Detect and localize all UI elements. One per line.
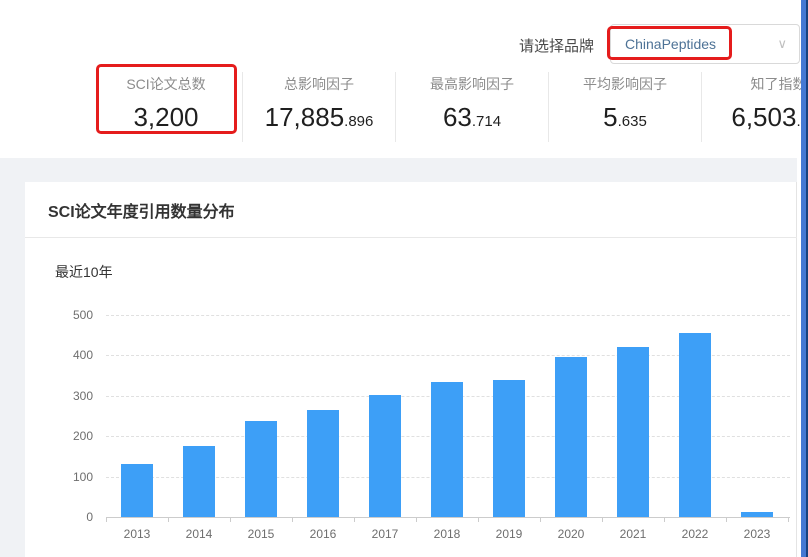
stat-value-int: 5 <box>603 102 617 132</box>
x-axis-category-label: 2014 <box>168 527 230 541</box>
stat-value-dec: .635 <box>618 113 647 130</box>
stat-label: 平均影响因子 <box>549 74 701 94</box>
stat-label: 最高影响因子 <box>396 74 548 94</box>
y-axis-tick-label: 400 <box>49 348 93 362</box>
x-axis-category-label: 2021 <box>602 527 664 541</box>
x-axis-line <box>106 517 790 518</box>
x-axis-category-label: 2022 <box>664 527 726 541</box>
stat-sci-paper-total: SCI论文总数 3,200 <box>90 72 243 142</box>
brand-select-row: 请选择品牌 ChinaPeptides ∨ <box>0 0 808 70</box>
x-axis-tick <box>292 517 293 522</box>
x-axis-tick <box>726 517 727 522</box>
x-axis-tick <box>106 517 107 522</box>
chevron-down-icon[interactable]: ∨ <box>777 36 787 52</box>
y-axis-tick-label: 200 <box>49 429 93 443</box>
y-axis-tick-label: 100 <box>49 470 93 484</box>
stat-average-impact-factor: 平均影响因子 5.635 <box>549 72 702 142</box>
stat-value-int: 17,885 <box>265 102 345 132</box>
bar-2015[interactable] <box>245 421 277 517</box>
x-axis-category-label: 2017 <box>354 527 416 541</box>
x-axis-tick <box>354 517 355 522</box>
bar-2021[interactable] <box>617 347 649 517</box>
stat-value-int: 6,503 <box>731 102 796 132</box>
stat-value: 17,885.896 <box>243 100 395 139</box>
bar-2013[interactable] <box>121 464 153 517</box>
bar-chart: 0 100 200 300 400 500 201320142015201620172018… <box>25 182 797 557</box>
y-gridline <box>106 315 790 316</box>
x-axis-tick <box>478 517 479 522</box>
window-edge-scrollbar[interactable] <box>801 0 808 557</box>
stat-value-int: 3,200 <box>133 102 198 132</box>
stat-value-dec: .714 <box>472 113 501 130</box>
x-axis-tick <box>416 517 417 522</box>
y-axis-tick-label: 300 <box>49 389 93 403</box>
x-axis-tick <box>168 517 169 522</box>
y-axis-tick-label: 0 <box>49 510 93 524</box>
stat-zhiliao-index: 知了指数 6,503.441 <box>702 72 808 142</box>
stats-row: SCI论文总数 3,200 总影响因子 17,885.896 最高影响因子 63… <box>90 72 808 142</box>
stat-label: 知了指数 <box>702 74 808 94</box>
stat-value-dec: .896 <box>344 113 373 130</box>
y-axis-tick-label: 500 <box>49 308 93 322</box>
brand-select-label: 请选择品牌 <box>519 35 594 56</box>
bar-2022[interactable] <box>679 333 711 517</box>
header: 请选择品牌 ChinaPeptides ∨ SCI论文总数 3,200 总影响因… <box>0 0 808 158</box>
page: 请选择品牌 ChinaPeptides ∨ SCI论文总数 3,200 总影响因… <box>0 0 808 557</box>
x-axis-category-label: 2019 <box>478 527 540 541</box>
stat-value-int: 63 <box>443 102 472 132</box>
x-axis-tick <box>230 517 231 522</box>
x-axis-category-label: 2016 <box>292 527 354 541</box>
stat-value: 5.635 <box>549 100 701 139</box>
bar-2020[interactable] <box>555 357 587 517</box>
stat-value: 63.714 <box>396 100 548 139</box>
x-axis-category-label: 2013 <box>106 527 168 541</box>
brand-select-value[interactable]: ChinaPeptides <box>611 36 716 52</box>
bar-2014[interactable] <box>183 446 215 517</box>
bar-2016[interactable] <box>307 410 339 517</box>
x-axis-tick <box>540 517 541 522</box>
stat-highest-impact-factor: 最高影响因子 63.714 <box>396 72 549 142</box>
stat-label: 总影响因子 <box>243 74 395 94</box>
bar-2018[interactable] <box>431 382 463 517</box>
x-axis-category-label: 2023 <box>726 527 788 541</box>
x-axis-category-label: 2018 <box>416 527 478 541</box>
x-axis-tick <box>788 517 789 522</box>
stat-value: 6,503.441 <box>702 100 808 139</box>
x-axis-tick <box>602 517 603 522</box>
chart-card: SCI论文年度引用数量分布 最近10年 01002003004005002013… <box>25 182 797 557</box>
x-axis-tick <box>664 517 665 522</box>
bar-2019[interactable] <box>493 380 525 517</box>
x-axis-category-label: 2015 <box>230 527 292 541</box>
stat-total-impact-factor: 总影响因子 17,885.896 <box>243 72 396 142</box>
x-axis-category-label: 2020 <box>540 527 602 541</box>
bar-2017[interactable] <box>369 395 401 517</box>
brand-select-dropdown[interactable]: ChinaPeptides ∨ <box>610 24 800 64</box>
stat-label: SCI论文总数 <box>90 74 242 94</box>
stat-value: 3,200 <box>90 100 242 139</box>
bar-2023[interactable] <box>741 512 773 517</box>
